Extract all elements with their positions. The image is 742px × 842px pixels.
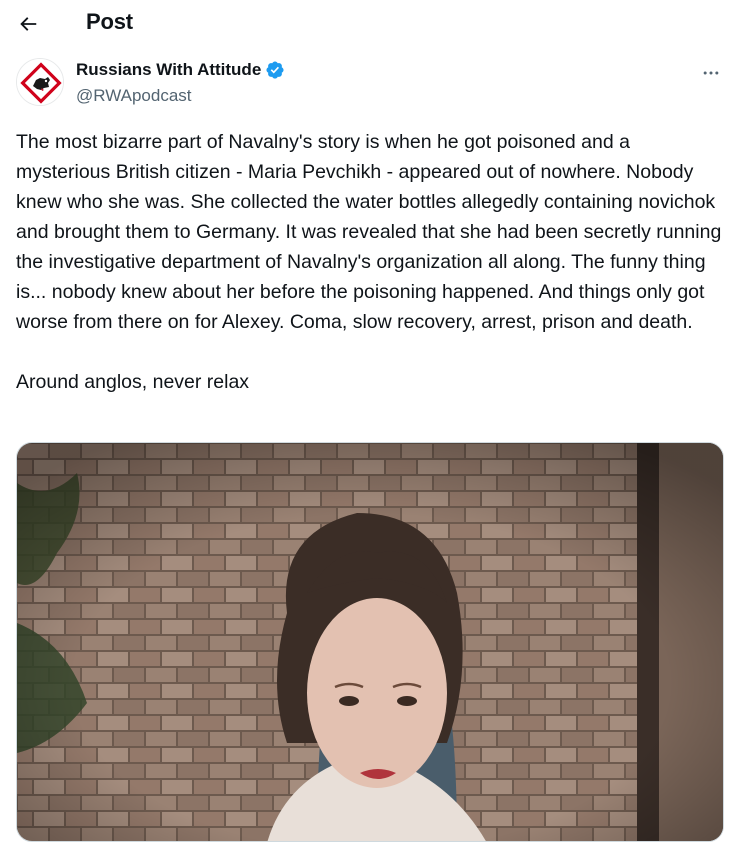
verified-badge-icon[interactable]	[265, 60, 285, 80]
more-options-button[interactable]	[696, 58, 726, 88]
rwa-logo-icon	[17, 59, 63, 105]
tweet-text: The most bizarre part of Navalny's story…	[16, 131, 722, 393]
arrow-left-icon	[20, 17, 37, 31]
avatar[interactable]	[16, 58, 64, 106]
page-title: Post	[86, 9, 133, 34]
name-row: Russians With Attitude	[76, 60, 285, 80]
display-name[interactable]: Russians With Attitude	[76, 60, 261, 80]
more-horizontal-icon	[703, 71, 719, 75]
user-handle[interactable]: @RWApodcast	[76, 86, 192, 106]
media-image	[17, 443, 723, 841]
back-button[interactable]	[10, 6, 46, 42]
top-bar: Post	[0, 0, 742, 48]
tweet-author: Russians With Attitude @RWApodcast	[16, 58, 726, 114]
tweet-media-photo[interactable]	[16, 442, 724, 842]
